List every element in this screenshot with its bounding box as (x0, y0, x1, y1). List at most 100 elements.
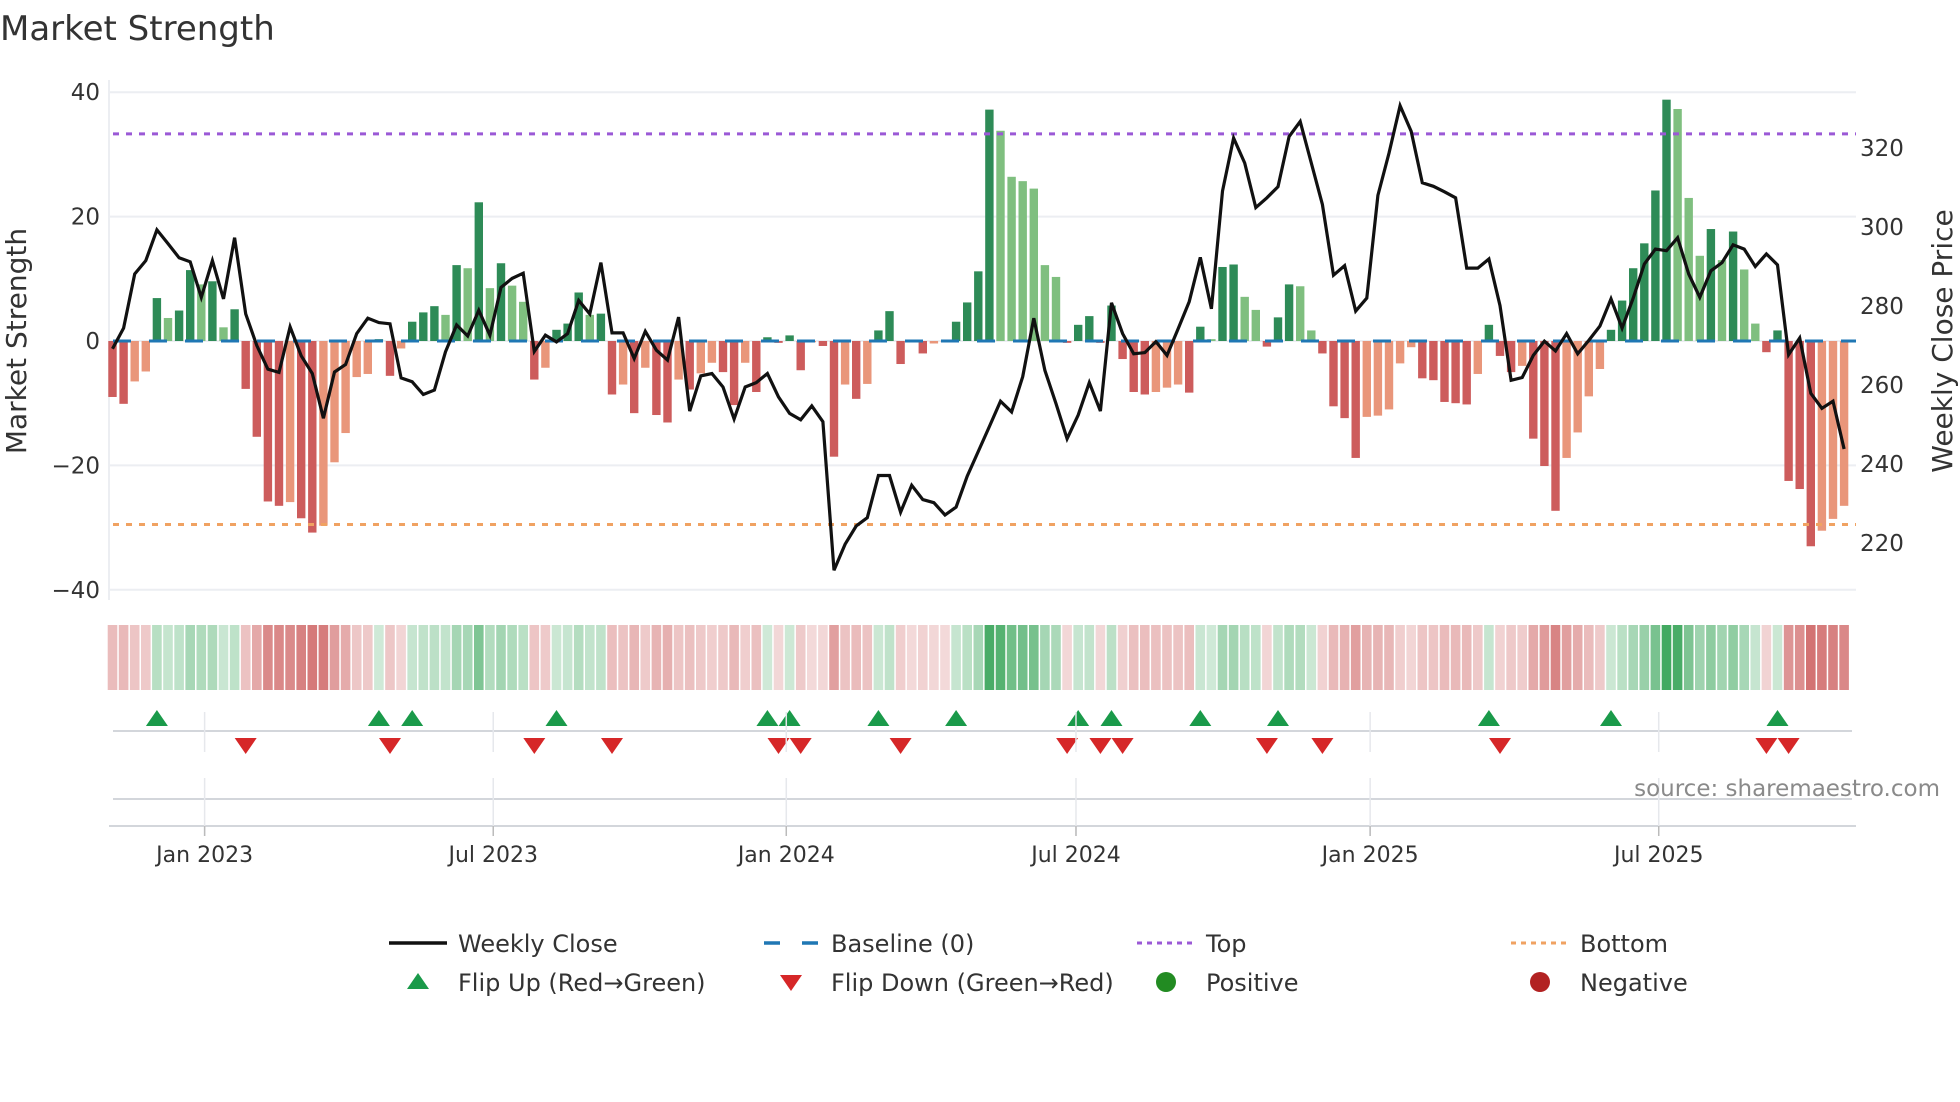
strength-bar (1273, 317, 1283, 341)
heat-cell (1084, 625, 1095, 690)
heat-cell (940, 625, 950, 690)
strength-bar (818, 341, 828, 346)
flip-down-marker (523, 738, 546, 754)
heat-cell (585, 625, 595, 690)
strength-bar (863, 341, 872, 384)
heat-cell (1839, 625, 1849, 690)
heat-cell (1384, 625, 1394, 690)
flip-down-marker (889, 738, 912, 754)
heat-cell (1273, 625, 1283, 690)
heat-cell (829, 625, 839, 690)
flip-down-marker (234, 738, 257, 754)
legend: Weekly Close Baseline (0) Top Bottom Flip Up… (389, 930, 1688, 997)
heat-cell (773, 625, 784, 690)
heat-cell (807, 625, 817, 690)
strength-bar (1118, 341, 1127, 360)
heat-cell (307, 625, 318, 690)
x-tick-label: Jul 2024 (1029, 843, 1121, 868)
legend-item-negative: Negative (1530, 969, 1688, 997)
heat-cell (818, 625, 828, 690)
heat-cell (1362, 625, 1372, 690)
heat-cell (1406, 625, 1416, 690)
flip-up-marker (367, 710, 390, 726)
strength-bar (1307, 330, 1316, 341)
heat-cell (1106, 625, 1117, 690)
strength-bar (1373, 341, 1383, 416)
x-tick-label: Jan 2024 (736, 843, 835, 868)
legend-item-flipup: Flip Up (Red→Green) (407, 969, 706, 997)
strength-bar (230, 309, 239, 341)
legend-label: Flip Up (Red→Green) (458, 969, 706, 997)
heat-cell (1428, 625, 1439, 690)
strength-bars (108, 99, 1849, 547)
y2-axis-title: Weekly Close Price (1926, 209, 1959, 472)
flip-down-marker (379, 738, 401, 754)
heat-cell (1128, 625, 1139, 690)
heat-cell (1295, 625, 1305, 690)
heat-cell (485, 625, 495, 690)
heat-cell (1251, 625, 1261, 690)
strength-bar (1351, 341, 1360, 458)
strength-bar (1240, 296, 1249, 341)
strength-bar (796, 341, 805, 371)
heat-cell (1595, 625, 1605, 690)
heat-cell (1117, 625, 1128, 690)
heat-cell (1395, 625, 1405, 690)
heat-cell (1040, 625, 1050, 690)
heat-cell (107, 625, 118, 690)
legend-label: Negative (1580, 969, 1688, 997)
strength-bar (1462, 341, 1471, 405)
strength-bar (1284, 284, 1294, 341)
strength-bar (174, 310, 184, 341)
strength-bar (1429, 341, 1438, 381)
heat-cell (962, 625, 972, 690)
heat-cell (1239, 625, 1250, 690)
flip-up-marker (145, 710, 168, 726)
heat-cell (1706, 625, 1716, 690)
flip-up-marker (1766, 710, 1789, 726)
heat-cell (751, 625, 762, 690)
heat-cell (1628, 625, 1638, 690)
heat-cell (895, 625, 906, 690)
heat-cell (418, 625, 429, 690)
strength-bar (1418, 341, 1427, 379)
strength-bar (507, 285, 517, 341)
y-tick-label: 40 (71, 80, 100, 106)
heat-cell (141, 625, 151, 690)
heat-cell (1217, 625, 1228, 690)
strength-bar (1074, 324, 1083, 341)
heat-cell (1095, 625, 1106, 690)
heat-cell (1339, 625, 1350, 690)
y2-tick-label: 300 (1860, 215, 1904, 241)
y2-tick-label: 240 (1860, 452, 1904, 478)
strength-bar (896, 341, 905, 365)
strength-bar (985, 109, 994, 341)
strength-bar (929, 341, 939, 344)
heat-cell (1029, 625, 1039, 690)
strength-bar (1662, 99, 1671, 341)
heat-cell (1017, 625, 1028, 690)
strength-bar (918, 341, 927, 354)
flip-up-marker (1100, 710, 1123, 726)
heat-cell (607, 625, 617, 690)
strength-bar (951, 321, 961, 341)
strength-bar (874, 330, 883, 341)
flip-up-marker (1267, 710, 1289, 726)
heat-cell (573, 625, 584, 690)
legend-label: Top (1205, 930, 1247, 958)
heat-cell (551, 625, 562, 690)
strength-bar (885, 311, 894, 341)
heat-cell (518, 625, 528, 690)
heat-cell (973, 625, 984, 690)
strength-bar (1340, 341, 1349, 419)
strength-bar (1584, 341, 1593, 397)
heat-cell (451, 625, 462, 690)
heat-cell (1306, 625, 1317, 690)
y-tick-label: 0 (85, 329, 100, 355)
heat-cell (951, 625, 961, 690)
heat-cell (1650, 625, 1661, 690)
flip-up-marker (867, 710, 890, 726)
flip-up-marker (401, 710, 424, 726)
strength-bar (119, 341, 128, 404)
strength-bar (130, 341, 139, 382)
